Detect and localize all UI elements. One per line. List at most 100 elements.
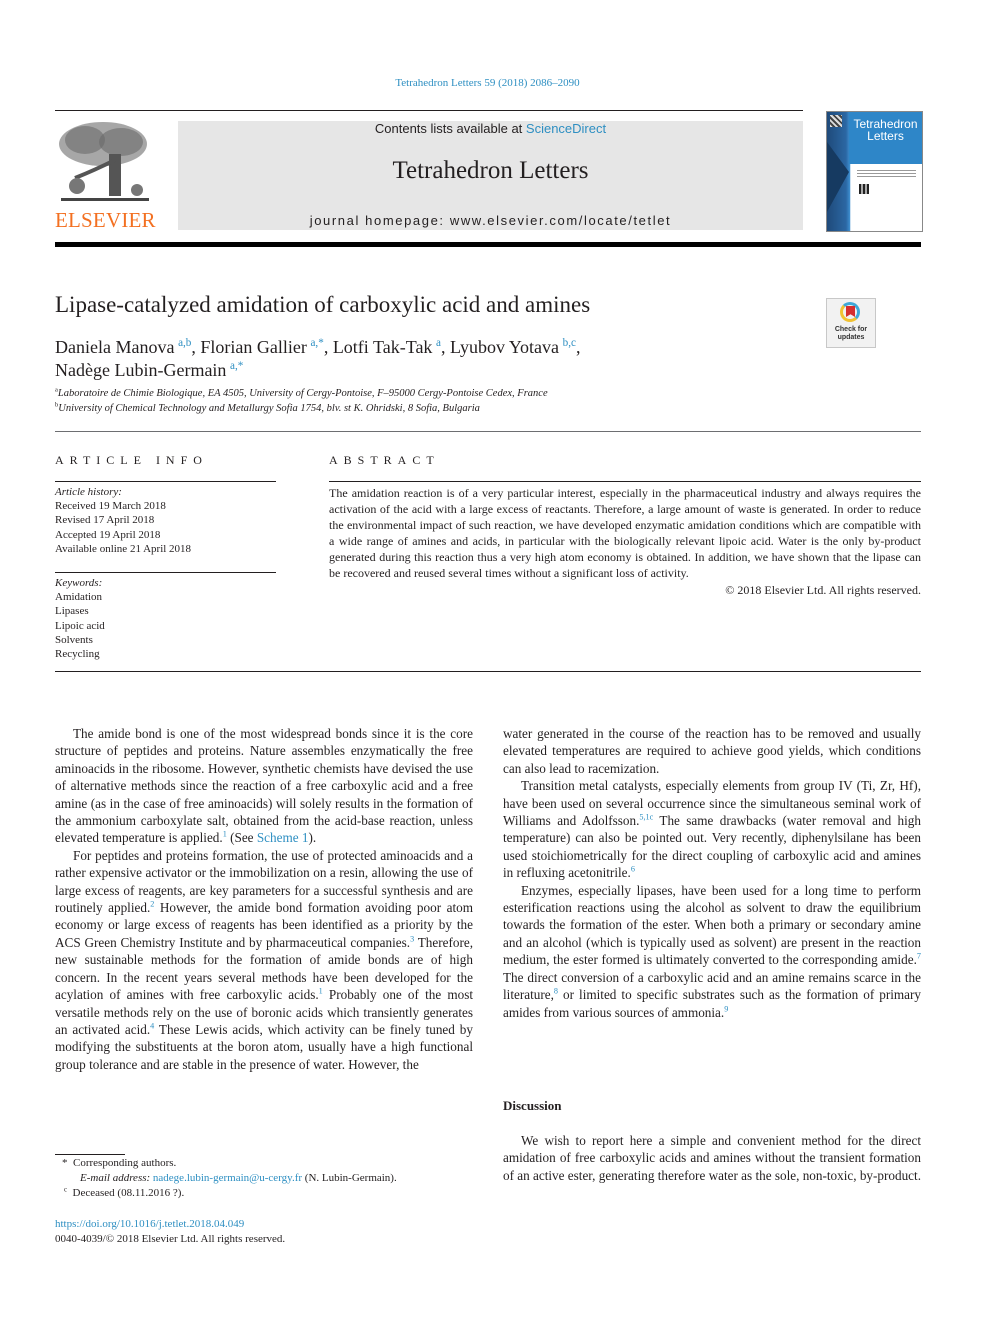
author-name[interactable]: Lyubov Yotava bbox=[450, 337, 559, 357]
journal-cover-thumbnail[interactable]: Tetrahedron Letters bbox=[826, 111, 923, 232]
cover-title-line2: Letters bbox=[867, 129, 904, 143]
paragraph: Enzymes, especially lipases, have been u… bbox=[503, 882, 921, 1021]
paragraph-text: or limited to specific substrates such a… bbox=[503, 987, 921, 1020]
author[interactable]: Lyubov Yotava b,c, bbox=[450, 337, 580, 357]
check-for-updates-button[interactable]: Check for updates bbox=[826, 298, 876, 348]
keywords: Keywords: Amidation Lipases Lipoic acid … bbox=[55, 576, 276, 661]
keyword: Recycling bbox=[55, 648, 100, 661]
author-affiliation-ref[interactable]: a,* bbox=[310, 337, 323, 349]
keyword: Lipoic acid bbox=[55, 619, 105, 632]
journal-homepage[interactable]: journal homepage: www.elsevier.com/locat… bbox=[178, 213, 803, 228]
elsevier-tree-icon bbox=[55, 120, 153, 204]
abstract-heading: ABSTRACT bbox=[329, 453, 440, 467]
discussion-body: We wish to report here a simple and conv… bbox=[503, 1132, 921, 1184]
header-rule bbox=[55, 110, 803, 111]
author-list: Daniela Manova a,b, Florian Gallier a,*,… bbox=[55, 336, 815, 382]
elsevier-logo[interactable]: ELSEVIER bbox=[55, 120, 156, 232]
author[interactable]: Lotfi Tak-Tak a, bbox=[333, 337, 450, 357]
article-info-heading: ARTICLE INFO bbox=[55, 453, 208, 467]
history-label: Article history: bbox=[55, 486, 122, 498]
author-affiliation-ref[interactable]: a,b bbox=[178, 337, 191, 349]
footnote-deceased: c Deceased (08.11.2016 ?). bbox=[64, 1186, 184, 1202]
footnote-mark: c bbox=[64, 1186, 68, 1194]
article-info-rule bbox=[55, 481, 276, 482]
reference-link[interactable]: 5,1c bbox=[639, 813, 653, 822]
discussion-heading: Discussion bbox=[503, 1098, 562, 1113]
article-history: Article history: Received 19 March 2018 … bbox=[55, 485, 276, 556]
issn-copyright: 0040-4039/© 2018 Elsevier Ltd. All right… bbox=[55, 1232, 286, 1245]
email-label: E-mail address: bbox=[80, 1172, 153, 1184]
paragraph: water generated in the course of the rea… bbox=[503, 726, 921, 776]
cover-graphic-icon bbox=[859, 184, 869, 194]
author-separator: , bbox=[441, 337, 450, 357]
email-link[interactable]: nadege.lubin-germain@u-cergy.fr bbox=[153, 1172, 302, 1184]
sciencedirect-link[interactable]: ScienceDirect bbox=[526, 121, 606, 136]
doi-link[interactable]: https://doi.org/10.1016/j.tetlet.2018.04… bbox=[55, 1218, 244, 1230]
abstract-body: The amidation reaction is of a very part… bbox=[329, 485, 921, 598]
paragraph-text: Enzymes, especially lipases, have been u… bbox=[503, 882, 921, 968]
paragraph-text: ). bbox=[308, 830, 317, 846]
paragraph: The amide bond is one of the most widesp… bbox=[55, 725, 473, 847]
scheme-link[interactable]: Scheme 1 bbox=[257, 830, 309, 845]
citation-link[interactable]: Tetrahedron Letters 59 (2018) 2086–2090 bbox=[395, 77, 579, 89]
author-affiliation-ref[interactable]: a,* bbox=[230, 360, 243, 372]
journal-banner: Contents lists available at ScienceDirec… bbox=[178, 121, 803, 230]
cover-text-lines bbox=[857, 170, 916, 178]
header-thick-rule bbox=[55, 242, 921, 247]
body-column-left: The amide bond is one of the most widesp… bbox=[55, 725, 473, 1073]
paragraph: We wish to report here a simple and conv… bbox=[503, 1133, 922, 1183]
reference-link[interactable]: 7 bbox=[917, 952, 921, 961]
author-name[interactable]: Daniela Manova bbox=[55, 337, 174, 357]
author-separator: , bbox=[323, 337, 333, 357]
journal-title[interactable]: Tetrahedron Letters bbox=[178, 157, 803, 185]
reference-link[interactable]: 9 bbox=[724, 1004, 728, 1013]
history-revised: Revised 17 April 2018 bbox=[55, 514, 155, 527]
footnote-mark: * bbox=[62, 1157, 68, 1169]
author-name[interactable]: Florian Gallier bbox=[200, 337, 306, 357]
journal-citation[interactable]: Tetrahedron Letters 59 (2018) 2086–2090 bbox=[0, 77, 975, 89]
section-divider bbox=[55, 431, 921, 432]
history-online: Available online 21 April 2018 bbox=[55, 542, 192, 555]
footnote-text: Deceased (08.11.2016 ?). bbox=[72, 1187, 185, 1199]
history-accepted: Accepted 19 April 2018 bbox=[55, 528, 161, 541]
abstract-rule bbox=[329, 481, 921, 482]
paragraph: For peptides and proteins formation, the… bbox=[55, 847, 473, 1073]
affiliation-a: aLaboratoire de Chimie Biologique, EA 45… bbox=[55, 387, 548, 399]
paragraph-text: (See bbox=[226, 830, 257, 846]
author[interactable]: Florian Gallier a,*, bbox=[200, 337, 332, 357]
author[interactable]: Nadège Lubin-Germain a,* bbox=[55, 360, 243, 380]
footnote-text: Corresponding authors. bbox=[73, 1157, 177, 1169]
author-separator: , bbox=[575, 337, 581, 357]
footnote-email: E-mail address: nadege.lubin-germain@u-c… bbox=[80, 1171, 397, 1187]
body-column-right: water generated in the course of the rea… bbox=[503, 725, 921, 1021]
cover-decoration bbox=[827, 142, 849, 212]
history-received: Received 19 March 2018 bbox=[55, 500, 166, 513]
author-affiliation-ref[interactable]: b,c bbox=[563, 337, 576, 349]
footnote-corresponding: * Corresponding authors. bbox=[62, 1156, 176, 1172]
footnote-rule bbox=[55, 1154, 125, 1155]
keywords-rule bbox=[55, 572, 276, 573]
contents-prefix: Contents lists available at bbox=[374, 121, 526, 136]
crossmark-line1: Check for bbox=[834, 326, 868, 333]
author-name[interactable]: Lotfi Tak-Tak bbox=[333, 337, 433, 357]
affiliation-b: bUniversity of Chemical Technology and M… bbox=[55, 402, 480, 414]
paragraph: Transition metal catalysts, especially e… bbox=[503, 777, 921, 881]
author-name[interactable]: Nadège Lubin-Germain bbox=[55, 360, 226, 380]
keywords-label: Keywords: bbox=[55, 577, 103, 589]
doi-block: https://doi.org/10.1016/j.tetlet.2018.04… bbox=[55, 1217, 285, 1246]
author[interactable]: Daniela Manova a,b, bbox=[55, 337, 200, 357]
affiliation-text: Laboratoire de Chimie Biologique, EA 450… bbox=[57, 388, 548, 399]
crossmark-label: Check for updates bbox=[827, 326, 875, 341]
affiliation-text: University of Chemical Technology and Me… bbox=[58, 403, 480, 414]
contents-available: Contents lists available at ScienceDirec… bbox=[178, 121, 803, 136]
keyword: Lipases bbox=[55, 605, 89, 618]
abstract-copyright: © 2018 Elsevier Ltd. All rights reserved… bbox=[725, 582, 921, 597]
cover-title: Tetrahedron Letters bbox=[849, 118, 922, 142]
reference-link[interactable]: 6 bbox=[631, 865, 635, 874]
email-owner: (N. Lubin-Germain). bbox=[302, 1172, 397, 1184]
abstract-text: The amidation reaction is of a very part… bbox=[329, 486, 921, 581]
publisher-wordmark: ELSEVIER bbox=[55, 208, 156, 232]
paragraph-text: The amide bond is one of the most widesp… bbox=[55, 726, 473, 846]
keyword: Solvents bbox=[55, 633, 93, 646]
article-title: Lipase-catalyzed amidation of carboxylic… bbox=[55, 292, 591, 317]
